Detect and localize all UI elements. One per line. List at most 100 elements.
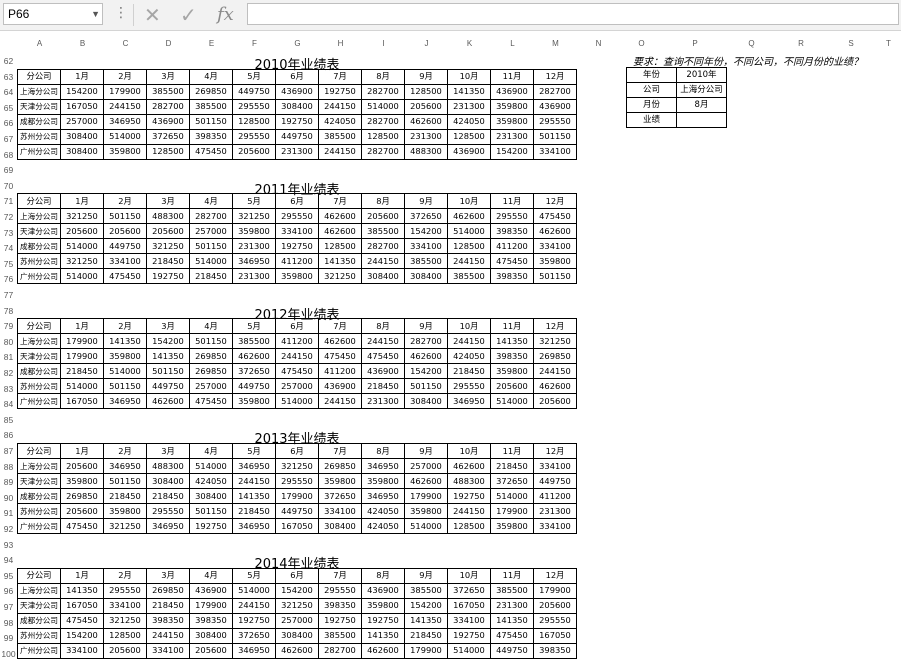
value-cell[interactable]: 269850 <box>60 488 104 504</box>
value-cell[interactable]: 244150 <box>318 393 362 410</box>
value-cell[interactable]: 269850 <box>189 83 233 100</box>
value-cell[interactable]: 179900 <box>404 488 448 504</box>
value-cell[interactable]: 359800 <box>275 268 319 285</box>
value-cell[interactable]: 321250 <box>103 612 147 629</box>
value-cell[interactable]: 205600 <box>404 98 448 115</box>
value-cell[interactable]: 295550 <box>103 582 147 599</box>
value-cell[interactable]: 501150 <box>189 238 233 255</box>
header-cell[interactable]: 12月 <box>533 193 577 210</box>
query-value-cell[interactable]: 2010年 <box>676 67 727 83</box>
row-header[interactable]: 89 <box>0 475 17 491</box>
value-cell[interactable]: 398350 <box>490 223 534 240</box>
header-cell[interactable]: 10月 <box>447 443 491 459</box>
value-cell[interactable]: 167050 <box>60 597 104 614</box>
header-cell[interactable]: 7月 <box>318 193 362 210</box>
value-cell[interactable]: 295550 <box>146 503 190 519</box>
value-cell[interactable]: 192750 <box>146 268 190 285</box>
value-cell[interactable]: 295550 <box>275 208 319 225</box>
value-cell[interactable]: 514000 <box>103 363 147 380</box>
value-cell[interactable]: 218450 <box>361 378 405 395</box>
row-header[interactable]: 62 <box>0 54 17 70</box>
value-cell[interactable]: 501150 <box>533 268 577 285</box>
branch-name-cell[interactable]: 苏州分公司 <box>17 378 61 395</box>
value-cell[interactable]: 398350 <box>490 268 534 285</box>
value-cell[interactable]: 205600 <box>533 393 577 410</box>
value-cell[interactable]: 141350 <box>361 627 405 644</box>
header-cell[interactable]: 4月 <box>189 567 233 584</box>
value-cell[interactable]: 334100 <box>533 143 577 160</box>
value-cell[interactable]: 346950 <box>447 393 491 410</box>
value-cell[interactable]: 449750 <box>146 378 190 395</box>
value-cell[interactable]: 128500 <box>318 238 362 255</box>
branch-name-cell[interactable]: 上海分公司 <box>17 458 61 474</box>
header-cell[interactable]: 5月 <box>232 443 276 459</box>
value-cell[interactable]: 514000 <box>232 582 276 599</box>
chevron-down-icon[interactable]: ▼ <box>91 4 100 24</box>
header-cell[interactable]: 11月 <box>490 567 534 584</box>
column-header-D[interactable]: D <box>147 37 190 51</box>
value-cell[interactable]: 205600 <box>490 378 534 395</box>
column-header-S[interactable]: S <box>826 37 876 51</box>
value-cell[interactable]: 179900 <box>533 582 577 599</box>
row-header[interactable]: 88 <box>0 460 17 476</box>
value-cell[interactable]: 154200 <box>490 143 534 160</box>
branch-name-cell[interactable]: 天津分公司 <box>17 223 61 240</box>
value-cell[interactable]: 205600 <box>60 223 104 240</box>
row-header[interactable]: 70 <box>0 179 17 195</box>
branch-name-cell[interactable]: 苏州分公司 <box>17 253 61 270</box>
value-cell[interactable]: 475450 <box>361 348 405 365</box>
header-cell[interactable]: 1月 <box>60 68 104 85</box>
branch-name-cell[interactable]: 广州分公司 <box>17 642 61 659</box>
column-header-Q[interactable]: Q <box>727 37 776 51</box>
value-cell[interactable]: 359800 <box>490 518 534 534</box>
value-cell[interactable]: 359800 <box>404 503 448 519</box>
value-cell[interactable]: 231300 <box>232 238 276 255</box>
value-cell[interactable]: 436900 <box>447 143 491 160</box>
value-cell[interactable]: 244150 <box>103 98 147 115</box>
value-cell[interactable]: 231300 <box>361 393 405 410</box>
header-cell[interactable]: 10月 <box>447 193 491 210</box>
value-cell[interactable]: 475450 <box>189 393 233 410</box>
value-cell[interactable]: 192750 <box>447 627 491 644</box>
value-cell[interactable]: 334100 <box>318 503 362 519</box>
value-cell[interactable]: 205600 <box>60 458 104 474</box>
value-cell[interactable]: 462600 <box>318 333 362 350</box>
value-cell[interactable]: 359800 <box>318 473 362 489</box>
row-header[interactable]: 82 <box>0 366 17 382</box>
value-cell[interactable]: 167050 <box>447 597 491 614</box>
row-header[interactable]: 94 <box>0 553 17 569</box>
column-header-N[interactable]: N <box>577 37 620 51</box>
value-cell[interactable]: 167050 <box>275 518 319 534</box>
header-cell[interactable]: 5月 <box>232 193 276 210</box>
value-cell[interactable]: 141350 <box>232 488 276 504</box>
value-cell[interactable]: 244150 <box>318 143 362 160</box>
value-cell[interactable]: 462600 <box>318 223 362 240</box>
value-cell[interactable]: 295550 <box>232 98 276 115</box>
value-cell[interactable]: 269850 <box>146 582 190 599</box>
value-cell[interactable]: 475450 <box>60 612 104 629</box>
row-header[interactable]: 68 <box>0 148 17 164</box>
value-cell[interactable]: 231300 <box>275 143 319 160</box>
value-cell[interactable]: 321250 <box>533 333 577 350</box>
value-cell[interactable]: 244150 <box>447 253 491 270</box>
value-cell[interactable]: 231300 <box>447 98 491 115</box>
value-cell[interactable]: 449750 <box>103 238 147 255</box>
value-cell[interactable]: 154200 <box>404 363 448 380</box>
value-cell[interactable]: 385500 <box>318 627 362 644</box>
header-cell[interactable]: 3月 <box>146 193 190 210</box>
row-header[interactable]: 69 <box>0 163 17 179</box>
header-cell[interactable]: 5月 <box>232 567 276 584</box>
value-cell[interactable]: 308400 <box>275 627 319 644</box>
value-cell[interactable]: 218450 <box>146 597 190 614</box>
value-cell[interactable]: 179900 <box>189 597 233 614</box>
header-cell[interactable]: 7月 <box>318 443 362 459</box>
value-cell[interactable]: 514000 <box>60 268 104 285</box>
value-cell[interactable]: 346950 <box>103 113 147 130</box>
value-cell[interactable]: 514000 <box>275 393 319 410</box>
row-header[interactable]: 77 <box>0 288 17 304</box>
column-header-R[interactable]: R <box>776 37 826 51</box>
value-cell[interactable]: 514000 <box>447 642 491 659</box>
value-cell[interactable]: 436900 <box>275 83 319 100</box>
value-cell[interactable]: 346950 <box>361 458 405 474</box>
column-header-A[interactable]: A <box>18 37 61 51</box>
